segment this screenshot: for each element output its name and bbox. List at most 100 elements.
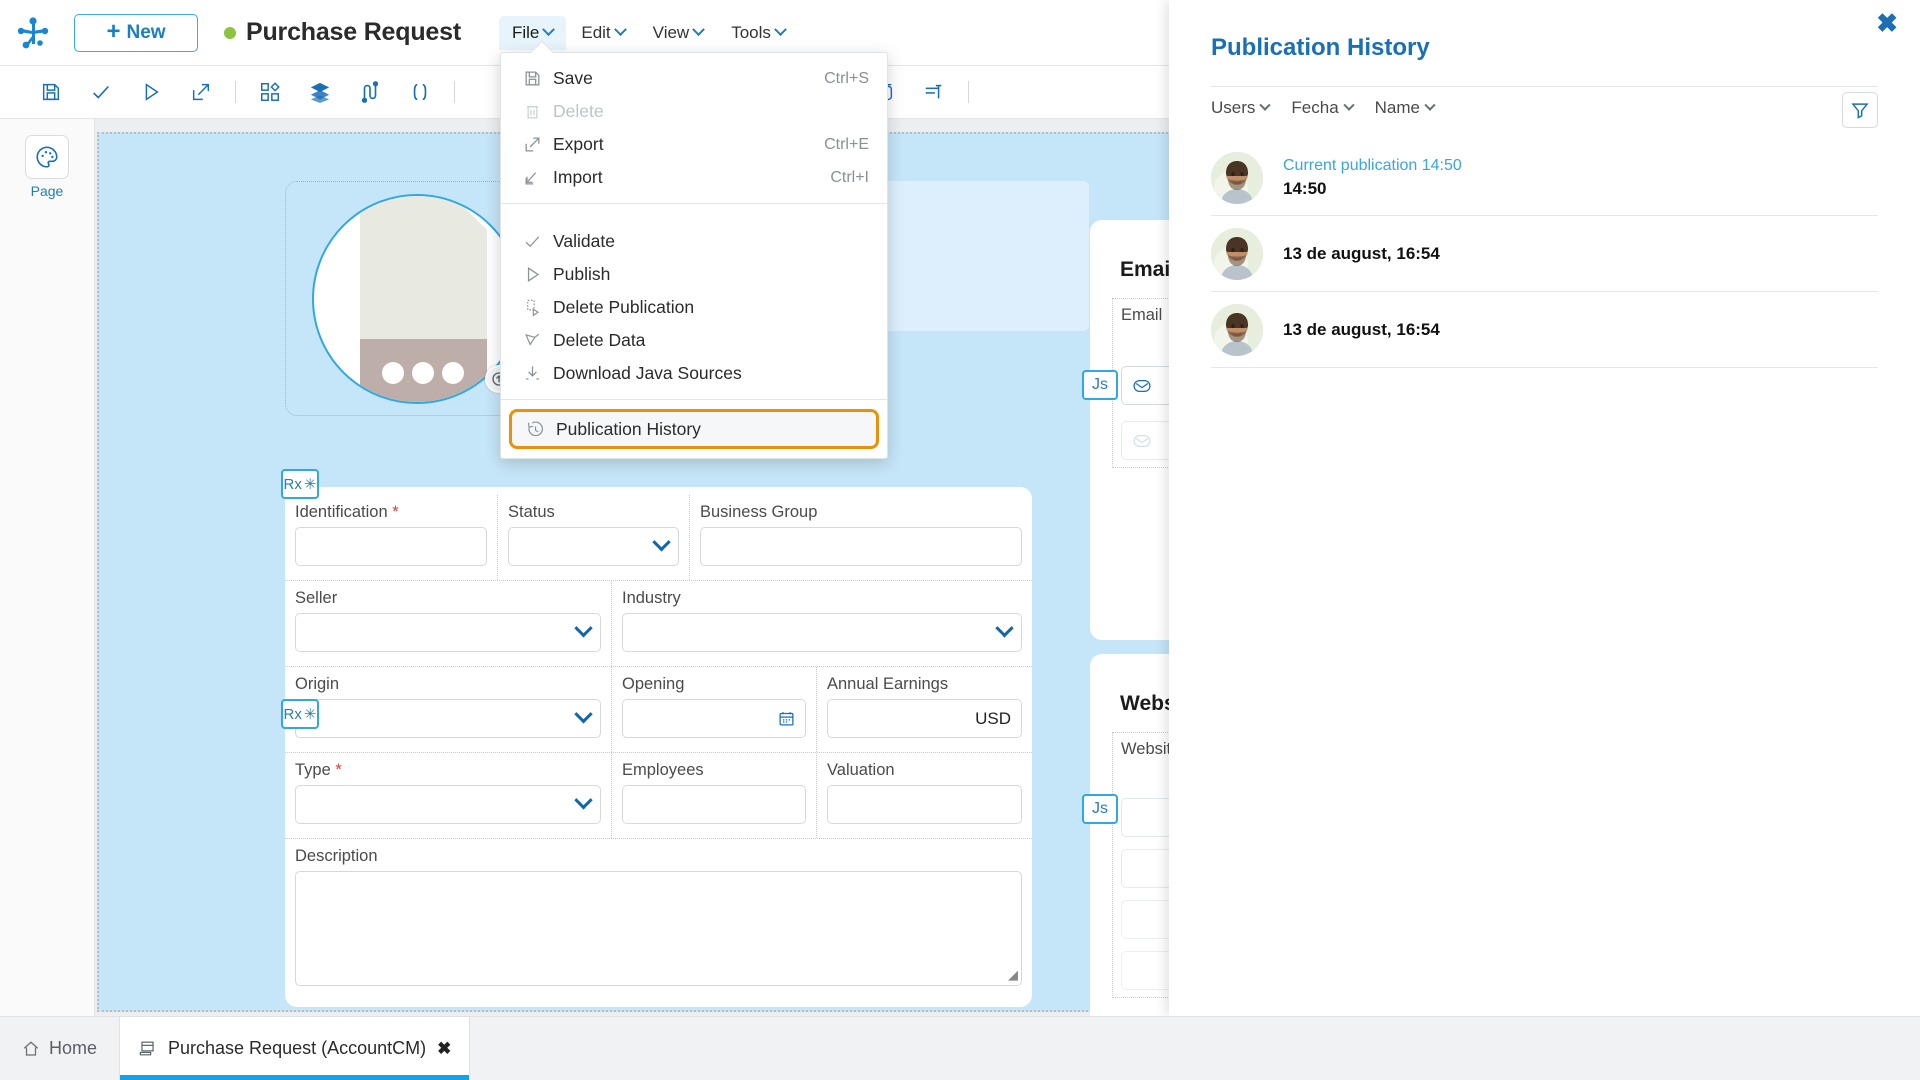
close-icon[interactable]: ✖	[1876, 10, 1898, 36]
envelope-icon	[1132, 376, 1152, 396]
filter-fecha-label: Fecha	[1291, 98, 1338, 118]
document-icon	[138, 1039, 157, 1058]
menu-edit[interactable]: Edit	[568, 16, 637, 50]
chevron-down-icon	[652, 533, 670, 551]
export-arrow-icon[interactable]	[176, 71, 226, 113]
chevron-down-icon	[614, 23, 627, 36]
delete-publication-icon	[523, 298, 553, 317]
close-icon[interactable]: ✖	[437, 1039, 451, 1059]
filter-fecha[interactable]: Fecha	[1291, 98, 1352, 118]
industry-select[interactable]	[622, 613, 1022, 652]
list-item[interactable]: 13 de august, 16:54	[1211, 216, 1878, 292]
menu-view-label: View	[653, 23, 690, 43]
palette-icon	[25, 135, 69, 179]
code-braces-icon[interactable]	[395, 71, 445, 113]
seller-select[interactable]	[295, 613, 601, 652]
validate-check-icon[interactable]	[76, 71, 126, 113]
menu-item-save[interactable]: Save Ctrl+S	[501, 62, 887, 95]
file-menu-dropdown[interactable]: Save Ctrl+S Delete Export Ctrl+E Import …	[500, 52, 888, 459]
field-valuation: Valuation	[817, 753, 1032, 838]
funnel-icon[interactable]	[1842, 92, 1878, 128]
identification-input[interactable]	[295, 527, 487, 566]
new-button[interactable]: + New	[74, 14, 198, 52]
list-item[interactable]: Current publication 14:50 14:50	[1211, 140, 1878, 216]
menu-item-publish[interactable]: Publish	[501, 258, 887, 291]
rx-badge-label: Rx	[284, 706, 302, 723]
description-textarea[interactable]: ◢	[295, 871, 1022, 986]
chevron-down-icon	[1343, 100, 1354, 111]
filter-name[interactable]: Name	[1375, 98, 1434, 118]
menu-item-label: Publish	[553, 264, 869, 285]
field-opening: Opening	[612, 667, 817, 752]
avatar	[1211, 304, 1263, 356]
employees-input[interactable]	[622, 785, 806, 824]
status-select[interactable]	[508, 527, 679, 566]
menu-file[interactable]: File	[499, 16, 566, 50]
menu-file-label: File	[512, 23, 539, 43]
field-status: Status	[498, 495, 690, 580]
field-description: Description ◢	[285, 839, 1032, 1000]
image-placeholder-icon	[360, 196, 487, 339]
play-icon[interactable]	[126, 71, 176, 113]
status-dot-icon	[224, 27, 236, 39]
menu-item-publication-history[interactable]: Publication History	[509, 409, 879, 449]
menu-view[interactable]: View	[640, 16, 717, 50]
business-group-input[interactable]	[700, 527, 1022, 566]
valuation-input[interactable]	[827, 785, 1022, 824]
menu-tools[interactable]: Tools	[718, 16, 798, 50]
origin-select[interactable]	[295, 699, 601, 738]
taskbar-tab-purchase-request[interactable]: Purchase Request (AccountCM) ✖	[119, 1017, 470, 1080]
chevron-down-icon	[574, 791, 592, 809]
layers-icon[interactable]	[295, 71, 345, 113]
publication-history-list: Current publication 14:50 14:50	[1211, 140, 1878, 368]
annual-earnings-input[interactable]: USD	[827, 699, 1022, 738]
calendar-icon[interactable]	[778, 710, 795, 727]
menu-item-shortcut: Ctrl+S	[824, 70, 869, 88]
taskbar-home-label: Home	[49, 1038, 97, 1059]
form-row: Type * Employees Valuation	[285, 753, 1032, 839]
align-icon[interactable]	[909, 71, 959, 113]
app-logo-icon[interactable]	[0, 0, 66, 66]
js-badge-website[interactable]: Js	[1082, 794, 1118, 824]
toolbar-divider	[454, 81, 455, 103]
list-item-title: 14:50	[1283, 179, 1462, 199]
sidebar-item-page-label: Page	[31, 183, 64, 199]
sidebar-item-page[interactable]: Page	[0, 119, 94, 199]
chevron-down-icon	[574, 619, 592, 637]
trash-icon	[523, 102, 553, 121]
form-row: Seller Industry	[285, 581, 1032, 667]
form-card[interactable]: Rx ✳ Rx ✳ Identification * Sta	[285, 487, 1032, 1007]
list-item[interactable]: 13 de august, 16:54	[1211, 292, 1878, 368]
form-row: Description ◢	[285, 839, 1032, 1000]
save-icon[interactable]	[26, 71, 76, 113]
history-icon	[526, 420, 556, 439]
opening-date-input[interactable]	[622, 699, 806, 738]
filter-name-label: Name	[1375, 98, 1420, 118]
menu-item-import[interactable]: Import Ctrl+I	[501, 161, 887, 194]
chevron-down-icon	[574, 705, 592, 723]
field-industry: Industry	[612, 581, 1032, 666]
js-badge-email[interactable]: Js	[1082, 370, 1118, 400]
taskbar-tab-label: Purchase Request (AccountCM)	[168, 1038, 426, 1059]
flow-icon[interactable]	[345, 71, 395, 113]
list-item-title: 13 de august, 16:54	[1283, 244, 1440, 264]
menu-item-export[interactable]: Export Ctrl+E	[501, 128, 887, 161]
taskbar-home[interactable]: Home	[0, 1017, 119, 1080]
rx-badge-type[interactable]: Rx ✳	[281, 699, 319, 729]
menu-item-validate[interactable]: Validate	[501, 225, 887, 258]
field-type: Type *	[285, 753, 612, 838]
menu-item-download-java-sources[interactable]: Download Java Sources	[501, 357, 887, 390]
filter-users[interactable]: Users	[1211, 98, 1269, 118]
components-icon[interactable]	[245, 71, 295, 113]
chevron-down-icon	[1260, 100, 1271, 111]
menu-item-delete-data[interactable]: Delete Data	[501, 324, 887, 357]
type-select[interactable]	[295, 785, 601, 824]
required-marker: *	[335, 761, 341, 779]
field-label: Type *	[295, 761, 601, 780]
rx-badge-identification[interactable]: Rx ✳	[281, 469, 319, 499]
menu-item-delete-publication[interactable]: Delete Publication	[501, 291, 887, 324]
envelope-icon	[1132, 431, 1152, 451]
resize-handle-icon[interactable]: ◢	[1008, 967, 1018, 983]
asterisk-icon: ✳	[304, 705, 317, 723]
field-label: Business Group	[700, 503, 1022, 522]
